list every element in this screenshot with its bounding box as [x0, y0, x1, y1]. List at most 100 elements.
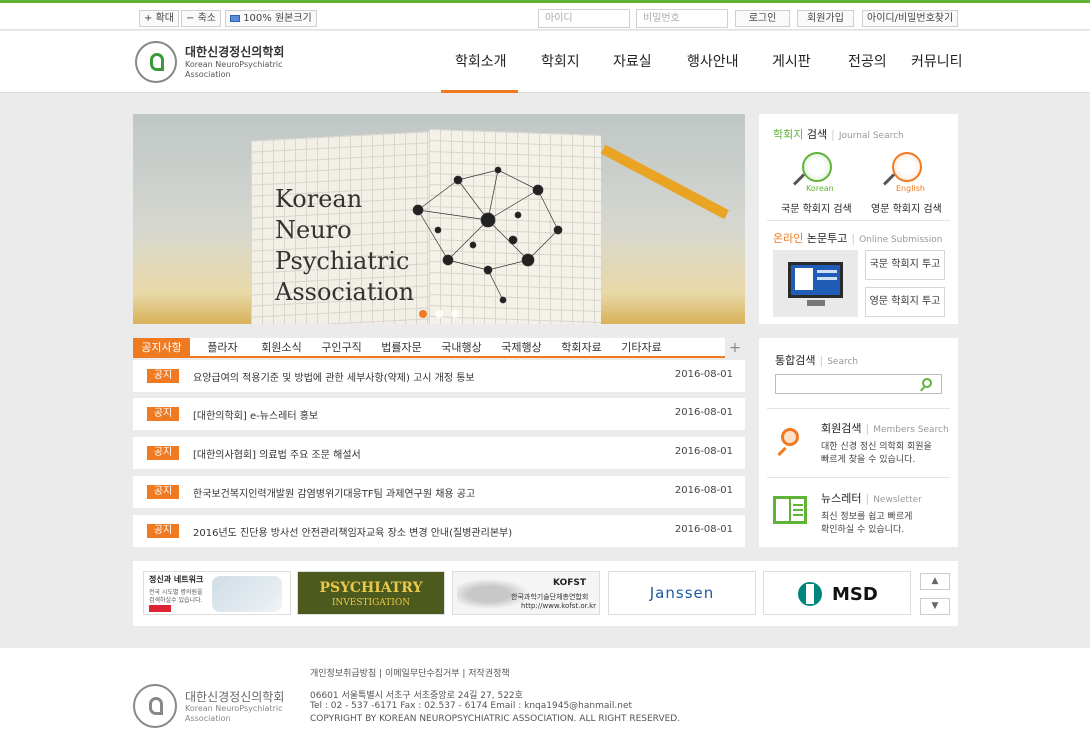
banner-kofst[interactable]: KOFST 한국과학기술단체총연합회 http://www.kofst.or.k… — [452, 571, 600, 615]
banner-kofst-title: KOFST — [553, 578, 586, 588]
korean-globe-icon — [802, 152, 832, 182]
slide-dot-3[interactable] — [451, 310, 459, 318]
korean-word: Korean — [806, 184, 834, 193]
more-plus-icon[interactable]: + — [725, 338, 745, 358]
nav-community[interactable]: 커뮤니티 — [911, 51, 963, 71]
korean-journal-search[interactable]: Korean 국문 학회지 검색 — [777, 152, 857, 215]
msd-emblem-cross — [806, 584, 814, 604]
logo-name-korean: 대한신경정신의학회 — [185, 45, 285, 59]
footer-contact: Tel : 02 - 537 -6171 Fax : 02.537 - 6174… — [310, 701, 633, 711]
tab-plaza[interactable]: 플라자 — [195, 338, 250, 358]
tab-notice[interactable]: 공지사항 — [133, 338, 190, 358]
footer-policy-links[interactable]: 개인정보취급방침 | 이메일무단수집거부 | 저작권정책 — [310, 666, 510, 679]
original-size-label: 100% 원본크기 — [243, 13, 312, 24]
notice-row-2[interactable]: 공지 [대한의학회] e-뉴스레터 홍보 2016-08-01 — [133, 398, 745, 430]
hero-banner: Korean Neuro Psychiatric Association — [133, 114, 745, 324]
original-size-button[interactable]: 100% 원본크기 — [225, 10, 317, 27]
banner-network-title: 정신과 네트워크 — [149, 575, 204, 584]
magnifier-handle-icon — [792, 173, 806, 186]
footer-logo-emblem-icon — [133, 684, 177, 728]
monitor-icon — [230, 14, 240, 22]
banner-up-arrow-icon[interactable]: ▲ — [920, 573, 950, 590]
english-submission-button[interactable]: 영문 학회지 투고 — [865, 287, 945, 317]
footer-logo-name-korean: 대한신경정신의학회 — [185, 690, 285, 704]
notice-title[interactable]: 한국보건복지인력개발원 감염병위기대응TF팀 과제연구원 채용 공고 — [193, 485, 475, 500]
nav-about[interactable]: 학회소개 — [455, 51, 507, 71]
notice-row-5[interactable]: 공지 2016년도 진단용 방사선 안전관리책임자교육 장소 변경 안내(질병관… — [133, 515, 745, 547]
magnifier-handle-icon — [882, 173, 896, 186]
notice-row-1[interactable]: 공지 요양급여의 적용기준 및 방법에 관한 세부사항(약제) 고시 개정 통보… — [133, 360, 745, 392]
english-word: English — [896, 184, 925, 193]
members-desc-line1: 대한 신경 정신 의학회 회원을 — [821, 442, 932, 452]
notice-title[interactable]: 2016년도 진단용 방사선 안전관리책임자교육 장소 변경 안내(질병관리본부… — [193, 524, 512, 539]
main-header: 대한신경정신의학회 Korean NeuroPsychiatric Associ… — [0, 31, 1090, 93]
nav-active-indicator — [441, 90, 518, 93]
hero-title: Korean Neuro Psychiatric Association — [275, 185, 415, 306]
integrated-search-input[interactable] — [775, 374, 942, 394]
notice-row-4[interactable]: 공지 한국보건복지인력개발원 감염병위기대응TF팀 과제연구원 채용 공고 20… — [133, 476, 745, 508]
password-input[interactable]: 비밀번호 — [636, 9, 728, 28]
notice-title[interactable]: [대한의학회] e-뉴스레터 홍보 — [193, 407, 318, 422]
brain-network-icon — [412, 166, 563, 304]
banner-down-arrow-icon[interactable]: ▼ — [920, 598, 950, 615]
journal-search-heading: 학회지 검색 | Journal Search — [773, 128, 904, 141]
minus-icon: − — [186, 13, 195, 24]
notice-date: 2016-08-01 — [674, 485, 733, 496]
banner-psychiatry-investigation[interactable]: PSYCHIATRY INVESTIGATION — [297, 571, 445, 615]
footer-address: 06601 서울특별시 서초구 서초중앙로 24길 27, 522호 — [310, 691, 523, 701]
journal-panel: 학회지 검색 | Journal Search Korean 국문 학회지 검색 E… — [759, 114, 958, 324]
online-submission-heading: 온라인 논문투고 | Online Submission — [773, 232, 943, 245]
zoom-in-label: 확대 — [155, 13, 174, 24]
footer-copyright: COPYRIGHT BY KOREAN NEUROPSYCHIATRIC ASS… — [310, 714, 681, 724]
banner-psychiatric-network[interactable]: 정신과 네트워크 전국 시도별 병의원을 검색하실수 있습니다. — [143, 571, 291, 615]
join-button[interactable]: 회원가입 — [797, 10, 854, 27]
english-globe-icon — [892, 152, 922, 182]
id-input[interactable]: 아이디 — [538, 9, 630, 28]
banner-pi-subtitle: INVESTIGATION — [331, 598, 411, 608]
members-desc-line2: 빠르게 찾을 수 있습니다. — [821, 455, 916, 465]
banner-msd[interactable]: MSD — [763, 571, 911, 615]
nav-journal[interactable]: 학회지 — [541, 51, 580, 71]
footer-logo-name-english-line2: Association — [185, 714, 231, 723]
tab-member-news[interactable]: 회원소식 — [254, 338, 309, 358]
notice-title[interactable]: [대한의사협회] 의료법 주요 조문 해설서 — [193, 446, 361, 461]
nav-board[interactable]: 게시판 — [772, 51, 811, 71]
members-search-section[interactable]: 회원검색 | Members Search 대한 신경 정신 의학회 회원을 빠르게… — [759, 410, 958, 476]
logo-name-english-line2: Association — [185, 70, 231, 79]
notice-title[interactable]: 요양급여의 적용기준 및 방법에 관한 세부사항(약제) 고시 개정 통보 — [193, 369, 475, 384]
banner-kofst-line2: http://www.kofst.or.kr — [521, 602, 597, 610]
newsletter-section[interactable]: 뉴스레터 | Newsletter 최신 정보를 쉽고 빠르게 확인하실 수 있습니… — [759, 478, 958, 544]
tab-legal[interactable]: 법률자문 — [374, 338, 429, 358]
nav-events[interactable]: 행사안내 — [687, 51, 739, 71]
find-account-button[interactable]: 아이디/비밀번호찾기 — [862, 10, 958, 27]
zoom-out-button[interactable]: − 축소 — [181, 10, 221, 27]
members-search-heading: 회원검색 | Members Search — [821, 422, 949, 435]
zoom-in-button[interactable]: + 확대 — [139, 10, 179, 27]
notice-date: 2016-08-01 — [674, 369, 733, 380]
english-journal-label: 영문 학회지 검색 — [871, 204, 942, 215]
slide-dot-2[interactable] — [435, 310, 443, 318]
slide-dot-1[interactable] — [419, 310, 427, 318]
tab-society-materials[interactable]: 학회자료 — [554, 338, 609, 358]
newsletter-desc-line1: 최신 정보를 쉽고 빠르게 — [821, 512, 913, 522]
tab-jobs[interactable]: 구인구직 — [314, 338, 369, 358]
nav-residents[interactable]: 전공의 — [848, 51, 887, 71]
nav-archive[interactable]: 자료실 — [613, 51, 652, 71]
zoom-out-label: 축소 — [197, 13, 216, 24]
korean-submission-button[interactable]: 국문 학회지 투고 — [865, 250, 945, 280]
site-logo[interactable]: 대한신경정신의학회 Korean NeuroPsychiatric Associ… — [133, 39, 293, 85]
banner-janssen[interactable]: Janssen — [608, 571, 756, 615]
tab-domestic-events[interactable]: 국내행상 — [434, 338, 489, 358]
newsletter-heading: 뉴스레터 | Newsletter — [821, 492, 922, 505]
notice-badge: 공지 — [147, 485, 179, 499]
logo-name-english-line1: Korean NeuroPsychiatric — [185, 60, 283, 69]
utility-panel: 통합검색 | Search 회원검색 | Members Search 대한 신경 정신… — [759, 338, 958, 547]
tab-international-events[interactable]: 국제행상 — [494, 338, 549, 358]
notice-date: 2016-08-01 — [674, 446, 733, 457]
notice-row-3[interactable]: 공지 [대한의사협회] 의료법 주요 조문 해설서 2016-08-01 — [133, 437, 745, 469]
login-button[interactable]: 로그인 — [735, 10, 790, 27]
english-journal-search[interactable]: English 영문 학회지 검색 — [867, 152, 947, 215]
footer-logo-name-english-line1: Korean NeuroPsychiatric — [185, 704, 283, 713]
notice-date: 2016-08-01 — [674, 407, 733, 418]
tab-other-materials[interactable]: 기타자료 — [614, 338, 669, 358]
